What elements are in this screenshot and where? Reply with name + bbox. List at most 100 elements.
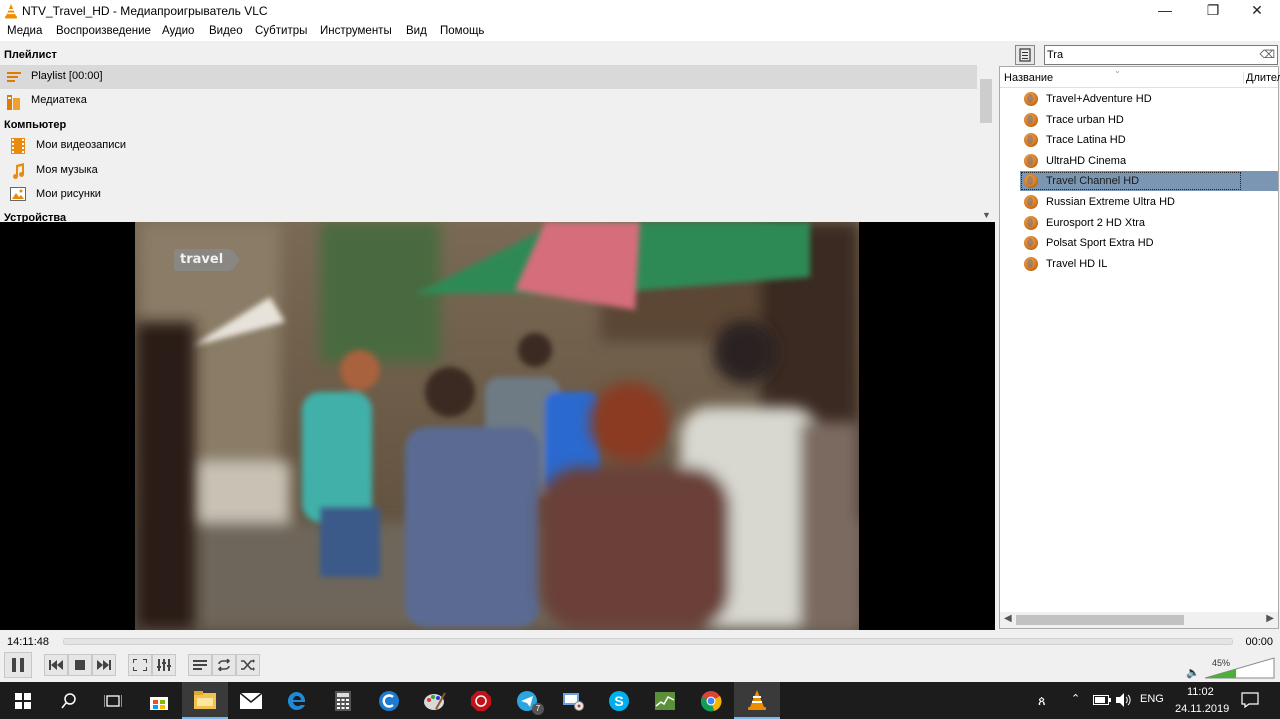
- extended-settings-button[interactable]: [152, 654, 176, 676]
- mail-button[interactable]: [228, 682, 274, 719]
- playlist-search-input[interactable]: [1047, 47, 1247, 63]
- action-center-icon[interactable]: [1241, 692, 1259, 708]
- playlist-item[interactable]: Eurosport 2 HD Xtra: [1020, 213, 1278, 233]
- menu-subtitles[interactable]: Субтитры: [255, 25, 307, 37]
- sidebar-scrollbar[interactable]: ▼: [978, 65, 995, 222]
- scroll-left-icon[interactable]: ◀: [1004, 613, 1012, 624]
- restore-button[interactable]: ❐: [1190, 0, 1236, 22]
- volume-icon[interactable]: 🔈: [1186, 666, 1200, 679]
- shuffle-icon: [241, 659, 255, 671]
- menu-audio[interactable]: Аудио: [162, 25, 194, 37]
- music-note-icon: [13, 163, 25, 179]
- fullscreen-button[interactable]: [128, 654, 152, 676]
- next-button[interactable]: [92, 654, 116, 676]
- telegram-button[interactable]: 7: [504, 682, 550, 719]
- menu-media[interactable]: Медиа: [7, 25, 42, 37]
- playlist-item[interactable]: UltraHD Cinema: [1020, 151, 1278, 171]
- remaining-time[interactable]: 00:00: [1245, 636, 1273, 648]
- playlist-item[interactable]: Trace urban HD: [1020, 110, 1278, 130]
- stream-globe-icon: [1024, 236, 1038, 251]
- task-view-button[interactable]: [90, 682, 136, 719]
- sidebar-item-label: Моя музыка: [36, 164, 98, 176]
- stream-globe-icon: [1024, 215, 1038, 230]
- sidebar-item-my-music[interactable]: Моя музыка: [0, 159, 977, 183]
- fullscreen-icon: [133, 659, 147, 671]
- store-button[interactable]: [136, 682, 182, 719]
- ccleaner-button[interactable]: [366, 682, 412, 719]
- sidebar-item-label: Playlist [00:00]: [31, 70, 103, 82]
- playlist-item[interactable]: Trace Latina HD: [1020, 130, 1278, 150]
- input-language-indicator[interactable]: ENG: [1140, 693, 1164, 705]
- shuffle-button[interactable]: [236, 654, 260, 676]
- show-hidden-icons-icon[interactable]: ⌃: [1071, 692, 1080, 705]
- playlist-list: ⌄ Название Длител Travel+Adventure HD Tra…: [999, 66, 1280, 629]
- menu-video[interactable]: Видео: [209, 25, 243, 37]
- sidebar-item-my-pictures[interactable]: Мои рисунки: [0, 183, 977, 207]
- close-button[interactable]: ✕: [1234, 0, 1280, 22]
- taskbar-search-button[interactable]: [46, 682, 92, 719]
- previous-button[interactable]: [44, 654, 68, 676]
- sidebar-item-label: Медиатека: [31, 94, 87, 106]
- playlist-item[interactable]: Travel HD IL: [1020, 254, 1278, 274]
- scrollbar-thumb[interactable]: [1016, 615, 1184, 625]
- playlist-horizontal-scrollbar[interactable]: ◀ ▶: [1000, 612, 1278, 628]
- sidebar: Плейлист Playlist [00:00] Медиатека Комп…: [0, 41, 995, 222]
- playlist-item[interactable]: Russian Extreme Ultra HD: [1020, 192, 1278, 212]
- toggle-playlist-button[interactable]: [188, 654, 212, 676]
- paint-button[interactable]: [412, 682, 458, 719]
- sidebar-item-label: Мои рисунки: [36, 188, 101, 200]
- list-view-icon: [1019, 48, 1031, 62]
- playlist-view-mode-button[interactable]: [1015, 45, 1035, 65]
- vlc-taskbar-button[interactable]: [734, 682, 780, 719]
- playlist-search-box[interactable]: ⌫: [1044, 45, 1278, 65]
- edge-icon: [287, 691, 306, 710]
- playlist-item[interactable]: Travel Channel HD: [1020, 171, 1278, 192]
- loop-button[interactable]: [212, 654, 236, 676]
- vlc-cone-icon: [5, 4, 17, 19]
- scrollbar-thumb[interactable]: [980, 79, 992, 123]
- telegram-unread-badge: 7: [532, 703, 544, 715]
- playlist-item[interactable]: Polsat Sport Extra HD: [1020, 233, 1278, 253]
- stop-button[interactable]: [68, 654, 92, 676]
- sidebar-item-playlist[interactable]: Playlist [00:00]: [0, 65, 977, 89]
- scroll-down-icon[interactable]: ▼: [982, 210, 991, 220]
- clear-search-icon[interactable]: ⌫: [1259, 48, 1275, 61]
- channel-logo: travel: [180, 252, 224, 267]
- battery-icon[interactable]: [1093, 695, 1111, 705]
- video-output[interactable]: travel: [0, 222, 995, 630]
- volume-slider[interactable]: [1205, 657, 1275, 679]
- pause-button[interactable]: [4, 652, 32, 678]
- skype-button[interactable]: S: [596, 682, 642, 719]
- sidebar-item-library[interactable]: Медиатека: [0, 89, 977, 113]
- playlist-item[interactable]: Travel+Adventure HD: [1020, 89, 1278, 109]
- next-icon: [97, 660, 111, 670]
- playlist-item-title: Polsat Sport Extra HD: [1046, 237, 1154, 250]
- playlist-item-title: Eurosport 2 HD Xtra: [1046, 216, 1146, 229]
- menu-tools[interactable]: Инструменты: [320, 25, 392, 37]
- menu-view[interactable]: Вид: [406, 25, 427, 37]
- clock-time[interactable]: 11:02: [1187, 686, 1214, 698]
- clock-date[interactable]: 24.11.2019: [1175, 703, 1229, 715]
- window-title: NTV_Travel_HD - Медиапроигрыватель VLC: [22, 4, 268, 18]
- stream-globe-icon: [1024, 112, 1038, 127]
- edge-button[interactable]: [274, 682, 320, 719]
- ad-blocker-button[interactable]: [458, 682, 504, 719]
- menu-playback[interactable]: Воспроизведение: [56, 25, 151, 37]
- start-button[interactable]: [0, 682, 46, 719]
- seek-area: 14:11:48 00:00: [0, 630, 1280, 650]
- chrome-button[interactable]: [688, 682, 734, 719]
- speaker-icon[interactable]: [1116, 693, 1132, 707]
- column-header-title[interactable]: Название: [1004, 72, 1053, 84]
- seek-slider[interactable]: [63, 638, 1233, 645]
- people-icon[interactable]: ጰ: [1038, 693, 1046, 709]
- scroll-right-icon[interactable]: ▶: [1266, 613, 1274, 624]
- task-manager-button[interactable]: [642, 682, 688, 719]
- column-header-duration[interactable]: Длител: [1243, 72, 1280, 84]
- menu-help[interactable]: Помощь: [440, 25, 484, 37]
- sidebar-item-my-videos[interactable]: Мои видеозаписи: [0, 134, 977, 158]
- file-explorer-button[interactable]: [182, 682, 228, 719]
- minimize-button[interactable]: —: [1142, 0, 1188, 22]
- calculator-button[interactable]: [320, 682, 366, 719]
- windows-start-icon: [15, 692, 31, 709]
- network-app-button[interactable]: [550, 682, 596, 719]
